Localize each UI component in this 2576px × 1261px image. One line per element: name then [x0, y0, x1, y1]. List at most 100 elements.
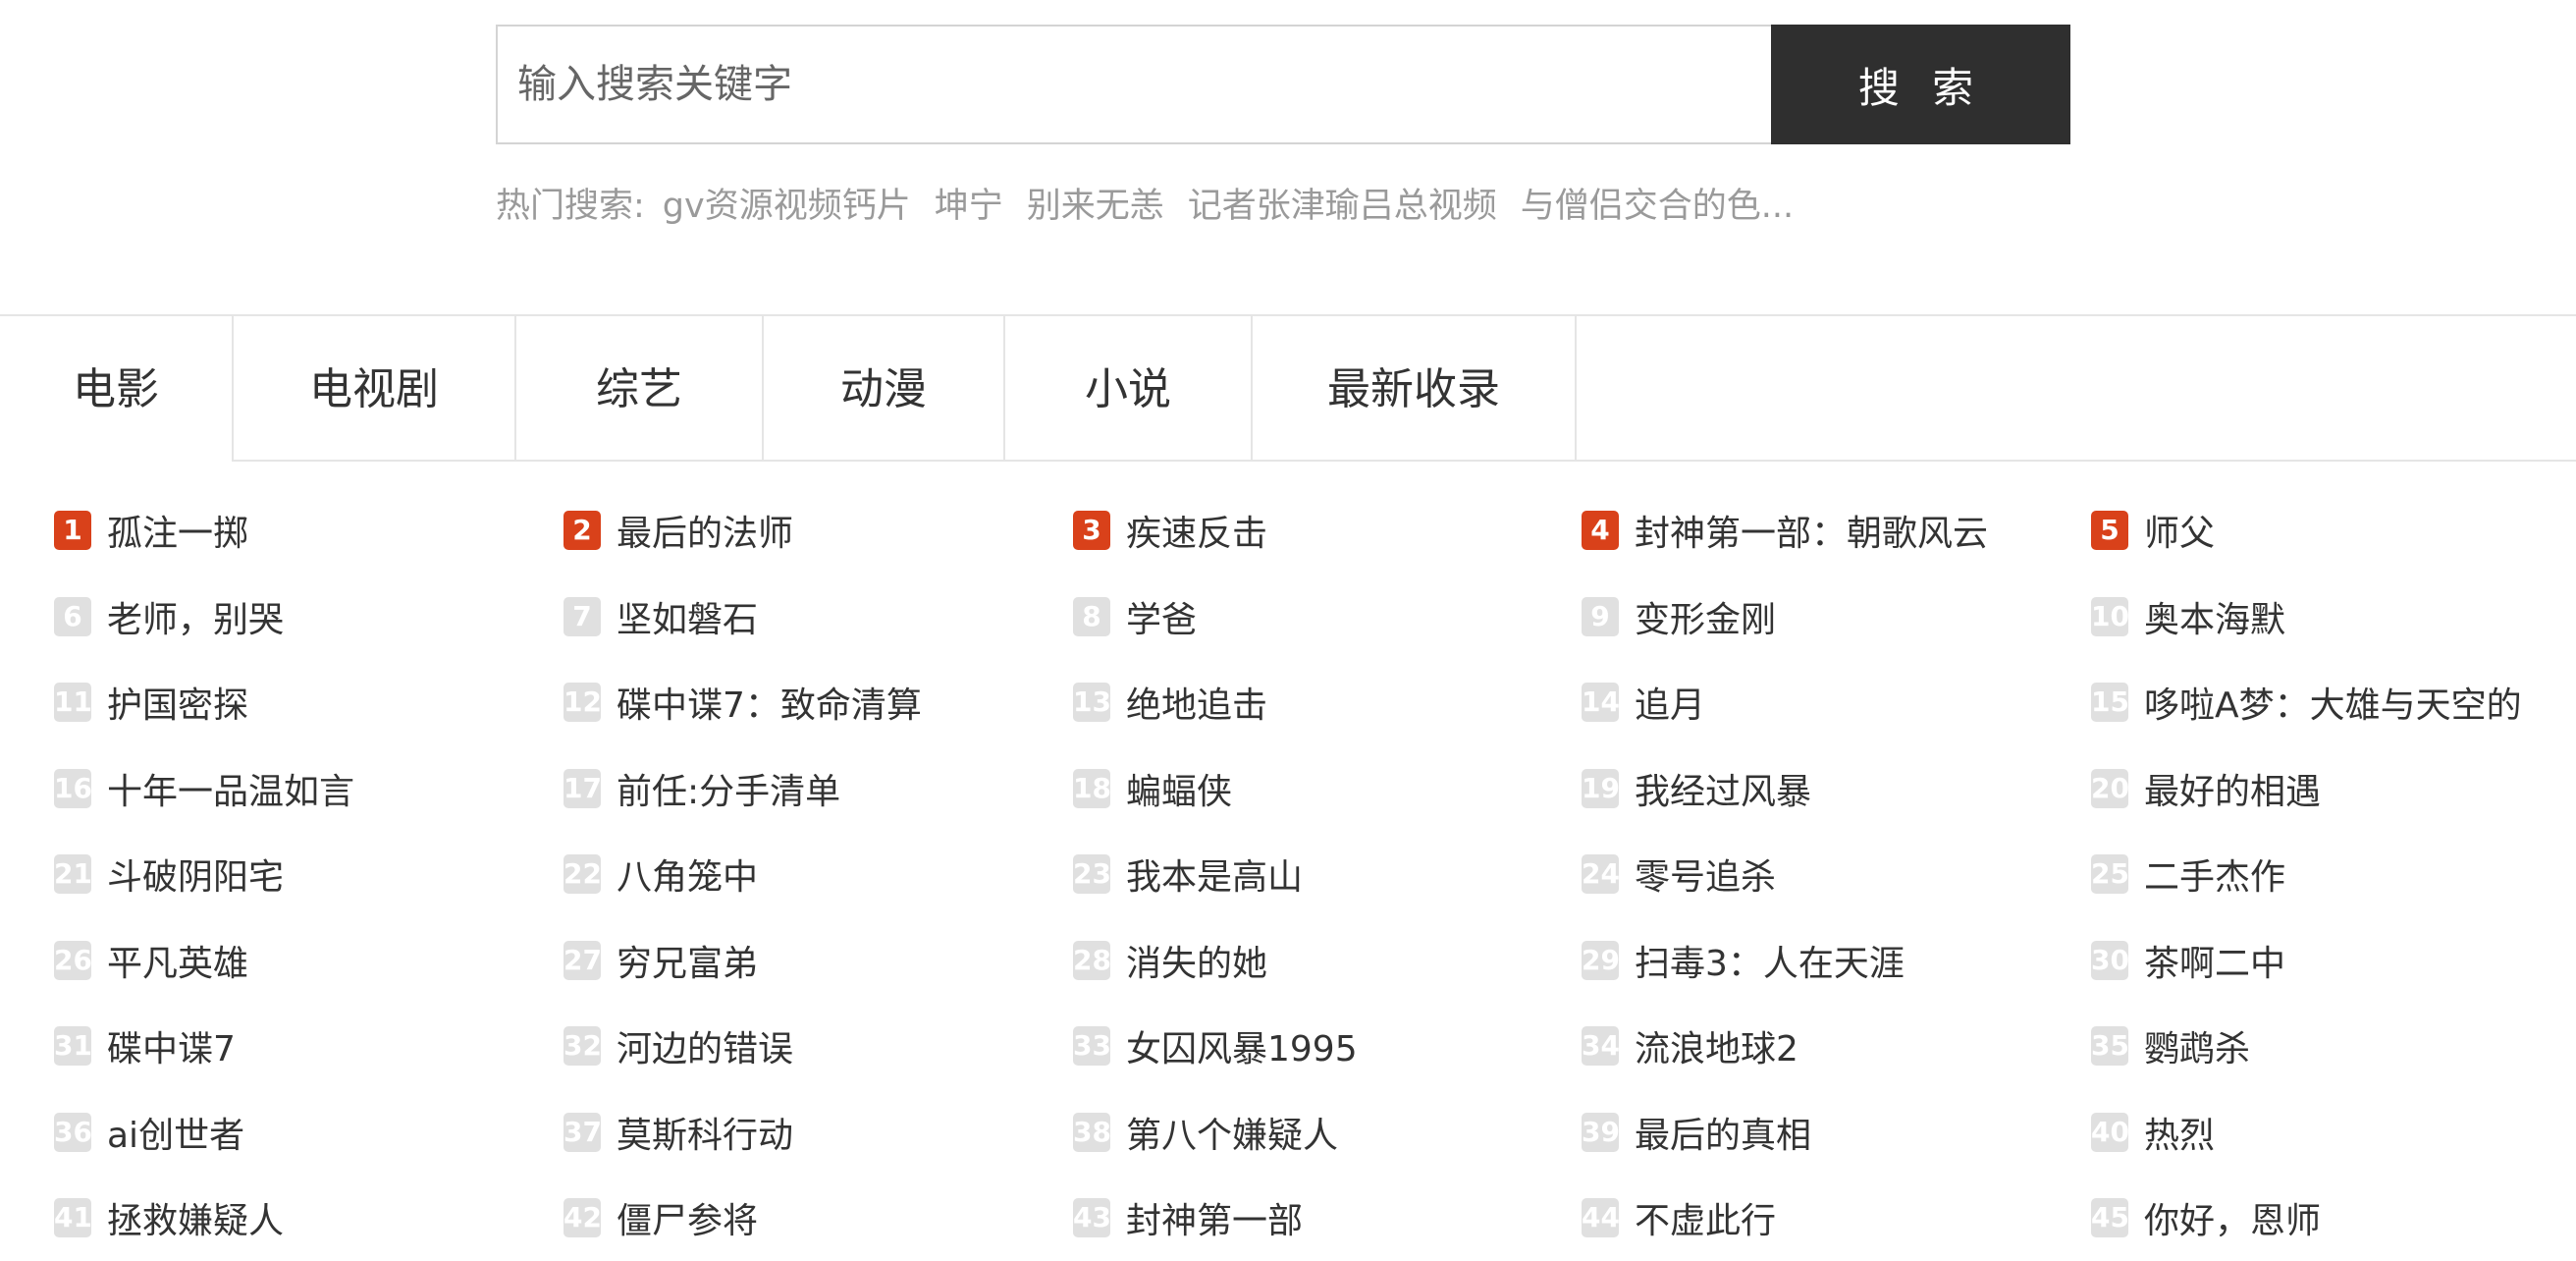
ranking-item[interactable]: 15 哆啦A梦：大雄与天空的	[2091, 673, 2522, 732]
ranking-item[interactable]: 36 ai创世者	[54, 1103, 244, 1162]
ranking-title: 师父	[2144, 514, 2216, 554]
ranking-item[interactable]: 13 绝地追击	[1073, 673, 1267, 732]
ranking-title: 变形金刚	[1635, 599, 1777, 640]
ranking-item[interactable]: 45 你好，恩师	[2091, 1188, 2321, 1247]
tab-variety[interactable]: 综艺	[516, 316, 762, 462]
rank-badge: 32	[564, 1026, 602, 1066]
ranking-item[interactable]: 30 茶啊二中	[2091, 931, 2285, 990]
rank-badge: 34	[1582, 1026, 1620, 1066]
rank-badge: 27	[564, 940, 602, 980]
hot-search-item[interactable]: 记者张津瑜吕总视频	[1188, 178, 1497, 228]
ranking-title: 蝙蝠侠	[1126, 771, 1233, 812]
ranking-item[interactable]: 17 前任:分手清单	[564, 759, 840, 818]
ranking-item[interactable]: 34 流浪地球2	[1582, 1016, 1798, 1075]
ranking-item[interactable]: 40 热烈	[2091, 1103, 2215, 1162]
hot-search-item[interactable]: 别来无恙	[1027, 178, 1164, 228]
tab-anime[interactable]: 动漫	[764, 316, 1003, 462]
ranking-item[interactable]: 26 平凡英雄	[54, 931, 248, 990]
ranking-item[interactable]: 7 坚如磐石	[564, 587, 758, 646]
ranking-item[interactable]: 9 变形金刚	[1582, 587, 1776, 646]
rank-badge: 45	[2091, 1198, 2129, 1237]
rank-badge: 11	[54, 683, 92, 722]
hot-search-item[interactable]: 坤宁	[935, 178, 1003, 228]
ranking-item[interactable]: 19 我经过风暴	[1582, 759, 1811, 818]
ranking-item[interactable]: 8 学爸	[1073, 587, 1197, 646]
ranking-item[interactable]: 10 奥本海默	[2091, 587, 2285, 646]
ranking-item[interactable]: 20 最好的相遇	[2091, 759, 2321, 818]
rank-badge: 29	[1582, 940, 1620, 980]
rank-badge: 10	[2091, 596, 2129, 636]
rank-badge: 14	[1582, 683, 1620, 722]
ranking-item[interactable]: 5 师父	[2091, 501, 2215, 560]
ranking-title: 封神第一部：朝歌风云	[1635, 514, 1989, 554]
ranking-item[interactable]: 41 拯救嫌疑人	[54, 1188, 284, 1247]
ranking-item[interactable]: 43 封神第一部	[1073, 1188, 1303, 1247]
rank-badge: 21	[54, 854, 92, 894]
hot-search-item[interactable]: 与僧侣交合的色...	[1521, 178, 1794, 228]
ranking-title: 十年一品温如言	[107, 771, 355, 812]
ranking-item[interactable]: 23 我本是高山	[1073, 845, 1303, 904]
rank-badge: 18	[1073, 768, 1111, 808]
rank-badge: 44	[1582, 1198, 1620, 1237]
tab-movies[interactable]: 电影	[0, 316, 232, 464]
ranking-title: 热烈	[2144, 1115, 2216, 1156]
rank-badge: 43	[1073, 1198, 1111, 1237]
ranking-item[interactable]: 18 蝙蝠侠	[1073, 759, 1232, 818]
ranking-item[interactable]: 44 不虚此行	[1582, 1188, 1776, 1247]
ranking-title: 奥本海默	[2144, 599, 2286, 640]
search-box: 搜 索	[496, 25, 2070, 144]
ranking-item[interactable]: 31 碟中谍7	[54, 1016, 236, 1075]
ranking-title: 莫斯科行动	[617, 1115, 794, 1156]
tab-latest[interactable]: 最新收录	[1253, 316, 1575, 462]
ranking-title: 前任:分手清单	[617, 771, 841, 812]
tab-novels[interactable]: 小说	[1005, 316, 1251, 462]
search-button[interactable]: 搜 索	[1771, 25, 2070, 144]
ranking-item[interactable]: 25 二手杰作	[2091, 845, 2285, 904]
rank-badge: 6	[54, 596, 91, 636]
ranking-item[interactable]: 16 十年一品温如言	[54, 759, 354, 818]
ranking-title: 老师，别哭	[107, 599, 285, 640]
ranking-item[interactable]: 3 疾速反击	[1073, 501, 1267, 560]
ranking-title: 不虚此行	[1635, 1201, 1777, 1241]
ranking-item[interactable]: 6 老师，别哭	[54, 587, 284, 646]
ranking-title: 坚如磐石	[617, 599, 759, 640]
rank-badge: 22	[564, 854, 602, 894]
ranking-title: 河边的错误	[617, 1029, 794, 1069]
ranking-item[interactable]: 35 鹦鹉杀	[2091, 1016, 2250, 1075]
ranking-item[interactable]: 4 封神第一部：朝歌风云	[1582, 501, 1988, 560]
ranking-item[interactable]: 22 八角笼中	[564, 845, 758, 904]
ranking-item[interactable]: 33 女囚风暴1995	[1073, 1016, 1358, 1075]
ranking-item[interactable]: 27 穷兄富弟	[564, 931, 758, 990]
rank-badge: 40	[2091, 1112, 2129, 1152]
ranking-item[interactable]: 14 追月	[1582, 673, 1705, 732]
search-input[interactable]	[498, 27, 1774, 142]
ranking-item[interactable]: 32 河边的错误	[564, 1016, 793, 1075]
ranking-item[interactable]: 39 最后的真相	[1582, 1103, 1811, 1162]
ranking-item[interactable]: 37 莫斯科行动	[564, 1103, 793, 1162]
ranking-item[interactable]: 1 孤注一掷	[54, 501, 248, 560]
ranking-item[interactable]: 29 扫毒3：人在天涯	[1582, 931, 1905, 990]
ranking-title: 碟中谍7：致命清算	[617, 685, 922, 726]
ranking-title: 八角笼中	[617, 857, 759, 898]
rank-badge: 39	[1582, 1112, 1620, 1152]
ranking-title: 碟中谍7	[107, 1029, 236, 1069]
ranking-item[interactable]: 21 斗破阴阳宅	[54, 845, 284, 904]
ranking-item[interactable]: 11 护国密探	[54, 673, 248, 732]
tab-tv-series[interactable]: 电视剧	[234, 316, 514, 462]
ranking-item[interactable]: 12 碟中谍7：致命清算	[564, 673, 922, 732]
rank-badge: 28	[1073, 940, 1111, 980]
ranking-item[interactable]: 24 零号追杀	[1582, 845, 1776, 904]
ranking-item[interactable]: 38 第八个嫌疑人	[1073, 1103, 1338, 1162]
ranking-item[interactable]: 42 僵尸参将	[564, 1188, 758, 1247]
ranking-title: 茶啊二中	[2144, 943, 2286, 984]
rank-badge: 24	[1582, 854, 1620, 894]
ranking-title: 最后的法师	[617, 514, 794, 554]
ranking-title: 零号追杀	[1635, 857, 1777, 898]
ranking-title: 哆啦A梦：大雄与天空的	[2144, 685, 2522, 726]
ranking-item[interactable]: 2 最后的法师	[564, 501, 793, 560]
ranking-title: 学爸	[1126, 599, 1198, 640]
rank-badge: 33	[1073, 1026, 1111, 1066]
ranking-item[interactable]: 28 消失的她	[1073, 931, 1267, 990]
rank-badge: 31	[54, 1026, 92, 1066]
hot-search-item[interactable]: gv资源视频钙片	[663, 178, 911, 228]
